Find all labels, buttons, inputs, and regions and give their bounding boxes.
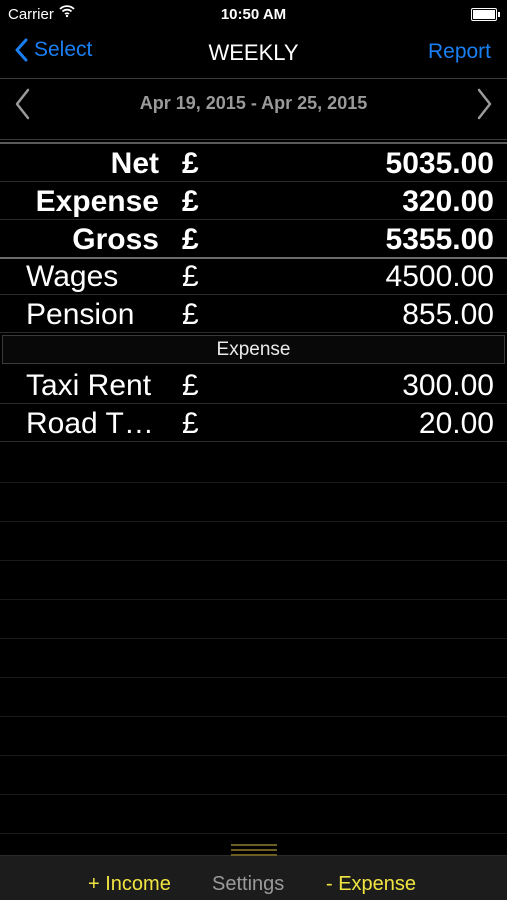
divider [0,444,507,483]
summary-row-net[interactable]: Net £ 5035.00 [0,144,507,182]
divider [0,639,507,678]
list-item-taxi-rent[interactable]: Taxi Rent £ 300.00 [0,366,507,404]
next-week-button[interactable] [475,87,495,126]
list-item-road-tax[interactable]: Road T… £ 20.00 [0,404,507,442]
add-expense-button[interactable]: - Expense [326,873,416,896]
divider [0,678,507,717]
item-value: 20.00 [418,407,494,440]
summary-label: Net [110,147,159,180]
list-item-pension[interactable]: Pension £ 855.00 [0,295,507,333]
date-range: Apr 19, 2015 - Apr 25, 2015 [139,93,368,113]
add-income-button[interactable]: + Income [88,873,171,896]
chevron-right-icon [477,88,492,120]
currency-symbol: £ [182,298,199,331]
date-navigator: Apr 19, 2015 - Apr 25, 2015 [0,79,507,140]
divider [0,756,507,795]
divider [0,522,507,561]
status-time: 10:50 AM [220,6,287,23]
currency-symbol: £ [182,223,199,256]
empty-list-area [0,444,507,834]
summary-row-gross[interactable]: Gross £ 5355.00 [0,220,507,259]
currency-symbol: £ [182,147,199,180]
currency-symbol: £ [182,185,199,218]
entries-list: Wages £ 4500.00 Pension £ 855.00 Expense… [0,257,507,442]
divider [0,600,507,639]
report-button[interactable]: Report [428,40,491,64]
item-value: 4500.00 [385,260,494,293]
list-item-wages[interactable]: Wages £ 4500.00 [0,257,507,295]
status-bar: Carrier 10:50 AM [0,0,507,28]
settings-button[interactable]: Settings [212,873,284,896]
divider [0,717,507,756]
divider [0,795,507,834]
item-label: Road T… [26,407,154,440]
bottom-toolbar: + Income Settings - Expense [0,844,507,900]
item-value: 855.00 [402,298,494,331]
summary-label: Gross [72,223,159,256]
item-value: 300.00 [402,369,494,402]
currency-symbol: £ [182,260,199,293]
item-label: Pension [26,298,135,331]
summary-value: 5035.00 [385,147,494,180]
summary-row-expense[interactable]: Expense £ 320.00 [0,182,507,220]
expense-section-header: Expense [2,335,505,364]
navigation-bar: Select WEEKLY Report [0,28,507,79]
currency-symbol: £ [182,407,199,440]
summary-value: 320.00 [402,185,494,218]
summary-table: Net £ 5035.00 Expense £ 320.00 Gross £ 5… [0,142,507,259]
battery-icon [471,8,500,21]
item-label: Taxi Rent [26,369,152,402]
divider [0,561,507,600]
divider [0,483,507,522]
item-label: Wages [26,260,119,293]
currency-symbol: £ [182,369,199,402]
summary-value: 5355.00 [385,223,494,256]
drag-handle-icon[interactable] [231,844,277,859]
summary-label: Expense [35,185,159,218]
